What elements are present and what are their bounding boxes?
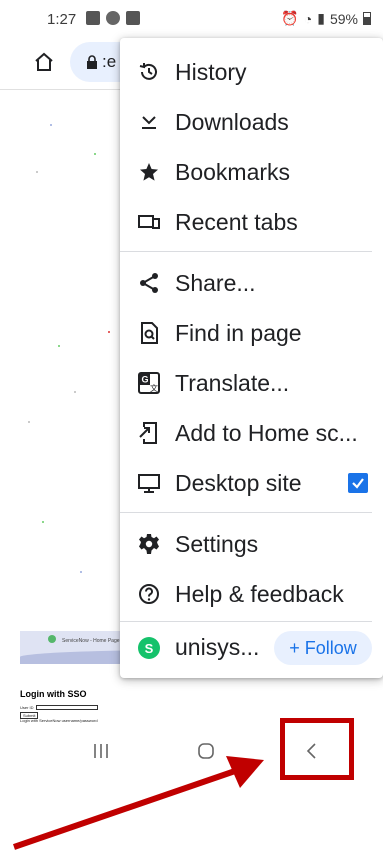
downloads-icon	[142, 116, 156, 129]
user-id-row: User ID	[20, 705, 98, 710]
status-time: 1:27	[47, 11, 77, 28]
menu-label: Find in page	[175, 319, 302, 346]
share-icon	[140, 273, 158, 293]
svg-text:G: G	[142, 375, 149, 385]
menu-label: Recent tabs	[175, 208, 298, 235]
page-dot	[80, 571, 82, 573]
site-avatar: S	[138, 637, 160, 659]
menu-label: Bookmarks	[175, 158, 291, 185]
menu-item-desktop-site[interactable]: Desktop site	[120, 458, 383, 508]
notification-icon	[86, 11, 100, 25]
menu-item-settings[interactable]: Settings	[120, 519, 383, 569]
follow-button[interactable]: + Follow	[274, 631, 372, 665]
notification-icon	[106, 11, 120, 25]
alarm-icon: ⏰	[281, 10, 299, 26]
footer-link[interactable]: Login with ServiceNow username/password	[20, 718, 98, 723]
menu-item-find-in-page[interactable]: Find in page	[120, 308, 383, 358]
recent-tabs-icon	[138, 215, 160, 229]
menu-item-help-feedback[interactable]: Help & feedback	[120, 569, 383, 619]
menu-label: Desktop site	[175, 469, 302, 496]
signal-icon: ▮	[317, 10, 325, 26]
page-dot	[42, 521, 44, 523]
servicenow-logo-icon	[48, 635, 56, 643]
login-title: Login with SSO	[20, 689, 87, 699]
checkmark-icon	[352, 478, 364, 489]
page-dot	[74, 391, 76, 393]
menu-label: Help & feedback	[175, 580, 344, 607]
menu-item-downloads[interactable]: Downloads	[120, 97, 383, 147]
menu-label: Translate...	[175, 369, 290, 396]
menu-label: Settings	[175, 530, 259, 557]
menu-divider	[120, 512, 372, 513]
bookmarks-star-icon	[140, 163, 158, 181]
page-dot	[58, 345, 60, 347]
overflow-menu: History Downloads Bookmarks Recent tabs …	[120, 38, 383, 678]
status-bar: 1:27 ⏰ ◔ ▮ 59%	[0, 0, 383, 38]
menu-label: History	[175, 58, 247, 85]
user-id-label: User ID	[20, 705, 34, 710]
svg-text:文: 文	[150, 383, 158, 393]
wifi-icon: ◔	[303, 10, 313, 27]
lock-icon	[87, 55, 97, 69]
add-to-home-icon	[139, 422, 157, 444]
help-icon	[139, 584, 159, 604]
menu-divider	[120, 251, 372, 252]
menu-label: Downloads	[175, 108, 289, 135]
notification-icons	[86, 11, 140, 25]
footer-row: Login with ServiceNow username/password	[20, 718, 98, 723]
menu-item-recent-tabs[interactable]: Recent tabs	[120, 197, 383, 247]
battery-percent: 59%	[329, 10, 358, 27]
banner-text: ServiceNow - Home Page	[62, 638, 120, 644]
page-dot	[50, 124, 52, 126]
page-dot	[108, 331, 110, 333]
site-name: unisys...	[175, 634, 260, 660]
history-icon	[139, 63, 157, 80]
status-right: ⏰ ◔ ▮ 59%	[281, 10, 371, 27]
battery-icon	[363, 12, 371, 25]
page-dot	[28, 421, 30, 423]
menu-item-translate[interactable]: G 文 Translate...	[120, 358, 383, 408]
desktop-site-checkbox[interactable]	[348, 473, 368, 493]
menu-item-bookmarks[interactable]: Bookmarks	[120, 147, 383, 197]
gear-icon	[139, 534, 159, 554]
menu-item-share[interactable]: Share...	[120, 258, 383, 308]
find-in-page-icon	[141, 322, 158, 344]
menu-item-add-to-home[interactable]: Add to Home sc...	[120, 408, 383, 458]
annotation-arrow-icon	[13, 756, 264, 850]
desktop-icon	[138, 474, 160, 493]
menu-item-history[interactable]: History	[120, 47, 383, 97]
menu-label: Add to Home sc...	[175, 419, 358, 446]
follow-site-row[interactable]: S unisys... + Follow	[120, 621, 383, 677]
page-dot	[36, 171, 38, 173]
translate-icon: G 文	[138, 372, 160, 394]
home-icon[interactable]	[32, 50, 56, 74]
page-dot	[94, 153, 96, 155]
url-text: :e	[102, 52, 117, 71]
user-id-input[interactable]	[35, 705, 98, 710]
menu-label: Share...	[175, 269, 256, 296]
notification-icon	[126, 11, 140, 25]
